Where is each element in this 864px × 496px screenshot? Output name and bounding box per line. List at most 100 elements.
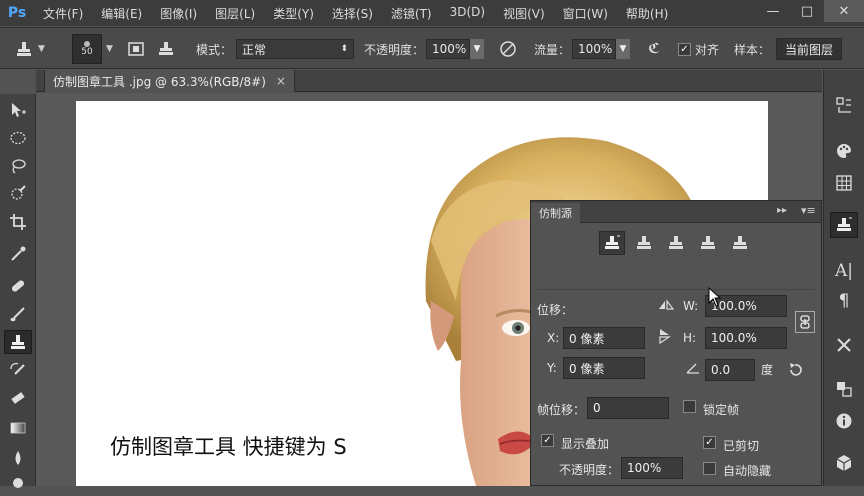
clone-source-4-button[interactable] bbox=[695, 231, 721, 255]
clone-source-1-button[interactable] bbox=[599, 231, 625, 255]
info-icon[interactable] bbox=[830, 408, 858, 434]
tool-presets-icon[interactable] bbox=[830, 332, 858, 358]
x-offset-input[interactable]: 0 像素 bbox=[563, 327, 645, 349]
clone-source-3-button[interactable] bbox=[663, 231, 689, 255]
marquee-tool-icon[interactable] bbox=[4, 126, 32, 150]
clone-source-2-button[interactable] bbox=[631, 231, 657, 255]
show-overlay-checkbox[interactable]: ✓ bbox=[541, 434, 554, 447]
history-panel-icon[interactable] bbox=[830, 92, 858, 118]
menu-bar: Ps 文件(F) 编辑(E) 图像(I) 图层(L) 类型(Y) 选择(S) 滤镜(T) 3D… bbox=[0, 0, 864, 26]
menu-item[interactable]: 3D(D) bbox=[441, 5, 494, 22]
panel-menu-icon[interactable]: ▾≡ bbox=[801, 204, 816, 217]
mouse-cursor-icon bbox=[708, 286, 722, 310]
move-tool-icon[interactable] bbox=[4, 98, 32, 122]
color-palette-icon[interactable] bbox=[830, 138, 858, 164]
swatches-grid-icon[interactable] bbox=[830, 170, 858, 196]
lock-frame-label: 锁定帧 bbox=[703, 403, 740, 417]
maximize-button[interactable]: □ bbox=[790, 0, 824, 22]
menu-item[interactable]: 图像(I) bbox=[151, 5, 206, 22]
height-input[interactable]: 100.0% bbox=[705, 327, 787, 349]
minimize-button[interactable]: — bbox=[756, 0, 790, 22]
menu-item[interactable]: 类型(Y) bbox=[264, 5, 323, 22]
lasso-tool-icon[interactable] bbox=[4, 154, 32, 178]
options-bar: ▼ 50 ▼ 模式： 正常 ⬍ 不透明度： 100% ▼ 流量： 100% ▼ … bbox=[0, 27, 864, 69]
clone-source-panel-icon[interactable] bbox=[830, 212, 858, 238]
history-brush-tool-icon[interactable] bbox=[4, 358, 32, 382]
clone-source-5-button[interactable] bbox=[727, 231, 753, 255]
flip-horizontal-icon[interactable] bbox=[657, 297, 675, 316]
lock-frame-checkbox[interactable] bbox=[683, 400, 696, 413]
brush-size-chevron-icon[interactable]: ▼ bbox=[106, 44, 113, 54]
clone-stamp-tool-icon[interactable] bbox=[4, 330, 32, 354]
show-overlay-label: 显示叠加 bbox=[561, 437, 610, 451]
clone-source-panel: 仿制源 ▸▸ ▾≡ 位移： W: 100.0% X: 0 像素 H: 100.0… bbox=[530, 200, 822, 486]
auto-hide-label: 自动隐藏 bbox=[723, 464, 772, 478]
gradient-tool-icon[interactable] bbox=[4, 416, 32, 440]
character-panel-icon[interactable]: A| bbox=[830, 258, 858, 284]
eraser-tool-icon[interactable] bbox=[4, 386, 32, 410]
layer-comps-icon[interactable] bbox=[830, 376, 858, 402]
auto-hide-checkbox[interactable] bbox=[703, 462, 716, 475]
photoshop-logo: Ps bbox=[7, 5, 27, 21]
chevron-down-icon[interactable]: ▼ bbox=[38, 44, 45, 54]
clipped-label: 已剪切 bbox=[723, 439, 760, 453]
y-offset-input[interactable]: 0 像素 bbox=[563, 357, 645, 379]
eyedropper-tool-icon[interactable] bbox=[4, 242, 32, 266]
crop-tool-icon[interactable] bbox=[4, 210, 32, 234]
character-a-glyph: A| bbox=[834, 261, 853, 281]
mode-select[interactable]: 正常 ⬍ bbox=[236, 39, 355, 59]
tutorial-caption: 仿制图章工具 快捷键为 S bbox=[110, 435, 347, 459]
menu-item[interactable]: 窗口(W) bbox=[554, 5, 617, 22]
airbrush-icon[interactable]: ℭ bbox=[642, 37, 666, 61]
close-button[interactable]: ✕ bbox=[824, 0, 864, 22]
frame-offset-label: 帧位移： bbox=[537, 403, 586, 417]
flip-vertical-icon[interactable] bbox=[657, 327, 675, 348]
reset-transform-icon[interactable] bbox=[787, 361, 805, 380]
w-label: W: bbox=[683, 299, 699, 313]
panel-tab[interactable]: 仿制源 bbox=[531, 203, 580, 223]
clone-source-panel-toggle-icon[interactable] bbox=[154, 37, 178, 61]
overlay-opacity-input[interactable]: 100% bbox=[621, 457, 683, 479]
x-label: X: bbox=[547, 331, 560, 345]
menu-item[interactable]: 选择(S) bbox=[323, 5, 382, 22]
paragraph-panel-icon[interactable]: ¶ bbox=[830, 288, 858, 314]
h-label: H: bbox=[683, 331, 697, 345]
menu-item[interactable]: 滤镜(T) bbox=[382, 5, 441, 22]
quick-selection-tool-icon[interactable] bbox=[4, 182, 32, 206]
sample-select[interactable]: 当前图层 bbox=[776, 38, 843, 60]
3d-cube-icon[interactable] bbox=[830, 450, 858, 476]
opacity-input[interactable]: 100% bbox=[426, 39, 471, 59]
brush-tool-icon[interactable] bbox=[4, 302, 32, 326]
angle-icon bbox=[685, 361, 701, 378]
flow-input[interactable]: 100% bbox=[572, 39, 617, 59]
close-tab-icon[interactable]: × bbox=[276, 74, 286, 88]
brush-panel-toggle-icon[interactable] bbox=[124, 37, 148, 61]
blur-tool-icon[interactable] bbox=[4, 446, 32, 470]
healing-brush-tool-icon[interactable] bbox=[4, 274, 32, 298]
menu-item[interactable]: 帮助(H) bbox=[617, 5, 677, 22]
menu-items: 文件(F) 编辑(E) 图像(I) 图层(L) 类型(Y) 选择(S) 滤镜(T) 3D(D)… bbox=[34, 5, 677, 22]
flow-dropdown-icon[interactable]: ▼ bbox=[616, 39, 631, 59]
opacity-dropdown-icon[interactable]: ▼ bbox=[470, 39, 485, 59]
dodge-tool-icon[interactable] bbox=[4, 472, 32, 496]
document-tab-strip: 仿制图章工具 .jpg @ 63.3%(RGB/8#) × bbox=[36, 70, 822, 92]
document-tab[interactable]: 仿制图章工具 .jpg @ 63.3%(RGB/8#) × bbox=[44, 70, 295, 92]
flow-label: 流量： bbox=[534, 42, 571, 57]
menu-item[interactable]: 图层(L) bbox=[206, 5, 264, 22]
document-tab-title: 仿制图章工具 .jpg @ 63.3%(RGB/8#) bbox=[53, 74, 266, 89]
frame-offset-input[interactable]: 0 bbox=[587, 397, 669, 419]
aligned-checkbox[interactable]: ✓ bbox=[678, 42, 691, 56]
clipped-checkbox[interactable]: ✓ bbox=[703, 436, 716, 449]
menu-item[interactable]: 文件(F) bbox=[34, 5, 92, 22]
collapse-panel-icon[interactable]: ▸▸ bbox=[777, 205, 787, 216]
clone-stamp-tool-preset-icon[interactable] bbox=[12, 37, 36, 61]
window-controls: — □ ✕ bbox=[756, 0, 864, 26]
aligned-label: 对齐 bbox=[695, 42, 720, 57]
link-icon[interactable] bbox=[795, 311, 815, 333]
brush-size-picker[interactable]: 50 bbox=[72, 34, 102, 64]
angle-input[interactable]: 0.0 bbox=[705, 359, 755, 381]
menu-item[interactable]: 编辑(E) bbox=[92, 5, 151, 22]
tools-panel bbox=[0, 94, 36, 488]
menu-item[interactable]: 视图(V) bbox=[494, 5, 554, 22]
pressure-opacity-icon[interactable] bbox=[496, 37, 520, 61]
